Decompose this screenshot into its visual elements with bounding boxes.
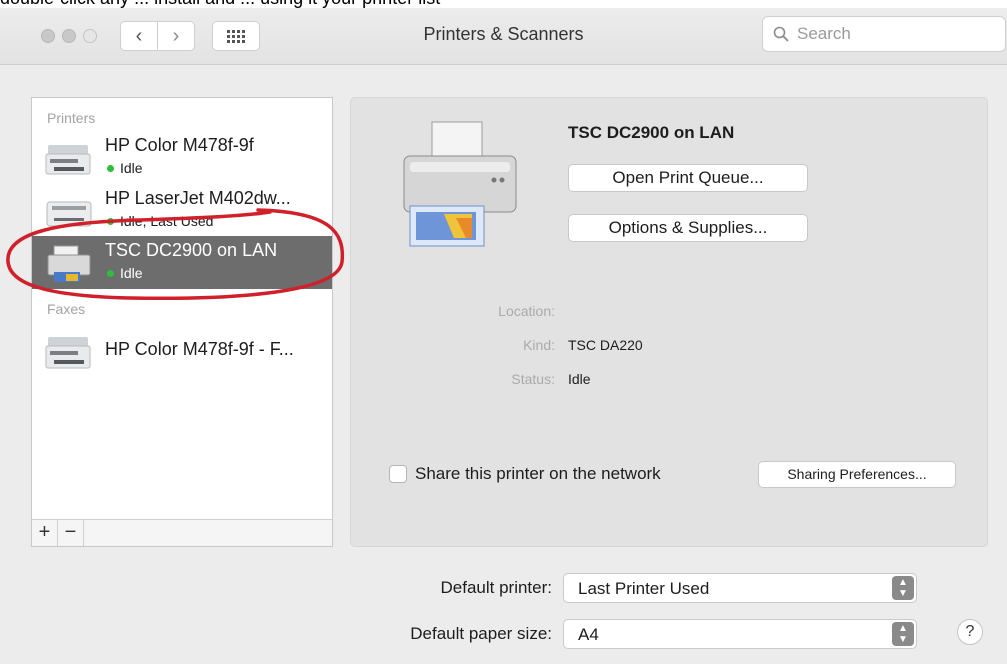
- printer-status-line: Idle, Last Used: [105, 213, 213, 229]
- printer-detail-panel: TSC DC2900 on LAN Open Print Queue... Op…: [350, 97, 988, 547]
- kind-label: Kind:: [523, 337, 555, 353]
- printer-large-icon: [403, 121, 517, 247]
- printer-row-tsc-selected[interactable]: TSC DC2900 on LAN Idle: [32, 236, 332, 289]
- printer-status-line: Idle: [105, 265, 143, 281]
- help-button[interactable]: ?: [957, 619, 983, 645]
- fax-name: HP Color M478f-9f - F...: [105, 339, 294, 359]
- search-icon: [773, 26, 789, 42]
- list-footer: + −: [32, 519, 332, 546]
- default-paper-label: Default paper size:: [410, 624, 552, 643]
- default-printer-value: Last Printer Used: [578, 579, 710, 598]
- printer-name: HP LaserJet M402dw...: [105, 188, 291, 208]
- chevron-updown-icon: ▲ ▼: [892, 622, 914, 646]
- document-text-strip: double-click any ... install and ... usi…: [0, 0, 1007, 8]
- printer-status: Idle: [120, 160, 143, 176]
- remove-printer-button[interactable]: −: [58, 520, 84, 546]
- laser-printer-icon: [46, 201, 92, 227]
- default-paper-select[interactable]: A4 ▲ ▼: [563, 619, 917, 649]
- printer-row-hp-color[interactable]: HP Color M478f-9f Idle: [32, 131, 332, 184]
- kind-value: TSC DA220: [568, 337, 643, 353]
- selected-printer-name: TSC DC2900 on LAN: [568, 123, 735, 142]
- printers-section-label: Printers: [47, 110, 96, 126]
- show-all-button[interactable]: [212, 21, 260, 51]
- open-print-queue-button[interactable]: Open Print Queue...: [568, 164, 808, 192]
- back-button[interactable]: ‹: [120, 21, 158, 51]
- printer-status: Idle, Last Used: [120, 213, 214, 229]
- status-label: Status:: [511, 371, 555, 387]
- window-titlebar: ‹ › Printers & Scanners: [0, 8, 1007, 65]
- close-window-button[interactable]: [41, 29, 55, 43]
- label-printer-icon: [47, 245, 91, 282]
- add-printer-button[interactable]: +: [32, 520, 58, 546]
- fax-printer-icon: [45, 337, 91, 369]
- printer-status: Idle: [120, 265, 143, 281]
- printer-status-line: Idle: [105, 160, 143, 176]
- forward-button[interactable]: ›: [157, 21, 195, 51]
- default-paper-value: A4: [578, 625, 599, 644]
- chevron-left-icon: ‹: [135, 24, 143, 47]
- status-dot-icon: [107, 217, 114, 225]
- chevron-updown-icon: ▲ ▼: [892, 576, 914, 600]
- share-printer-checkbox[interactable]: [389, 465, 407, 483]
- zoom-window-button[interactable]: [83, 29, 97, 43]
- location-label: Location:: [498, 303, 555, 319]
- status-value: Idle: [568, 371, 591, 387]
- status-dot-icon: [107, 269, 114, 277]
- fax-row-hp-color[interactable]: HP Color M478f-9f - F...: [32, 325, 332, 378]
- share-printer-row: Share this printer on the network: [389, 464, 661, 484]
- grid-icon: [227, 29, 245, 43]
- multifunction-printer-icon: [45, 145, 91, 175]
- printer-name: HP Color M478f-9f: [105, 135, 254, 155]
- document-text: double-click any ... install and ... usi…: [0, 0, 440, 8]
- printer-name: TSC DC2900 on LAN: [105, 240, 278, 260]
- search-input[interactable]: [795, 23, 979, 45]
- default-printer-label: Default printer:: [440, 578, 553, 597]
- minimize-window-button[interactable]: [62, 29, 76, 43]
- sharing-preferences-button[interactable]: Sharing Preferences...: [758, 461, 956, 488]
- default-printer-select[interactable]: Last Printer Used ▲ ▼: [563, 573, 917, 603]
- share-printer-label[interactable]: Share this printer on the network: [415, 464, 661, 484]
- status-dot-icon: [107, 164, 114, 172]
- printer-list-panel: Printers HP Color M478f-9f Idle HP Laser…: [31, 97, 333, 547]
- faxes-section-label: Faxes: [47, 301, 86, 317]
- printer-row-hp-laserjet[interactable]: HP LaserJet M402dw... Idle, Last Used: [32, 184, 332, 237]
- chevron-right-icon: ›: [172, 24, 180, 47]
- search-field[interactable]: [762, 16, 1006, 52]
- options-supplies-button[interactable]: Options & Supplies...: [568, 214, 808, 242]
